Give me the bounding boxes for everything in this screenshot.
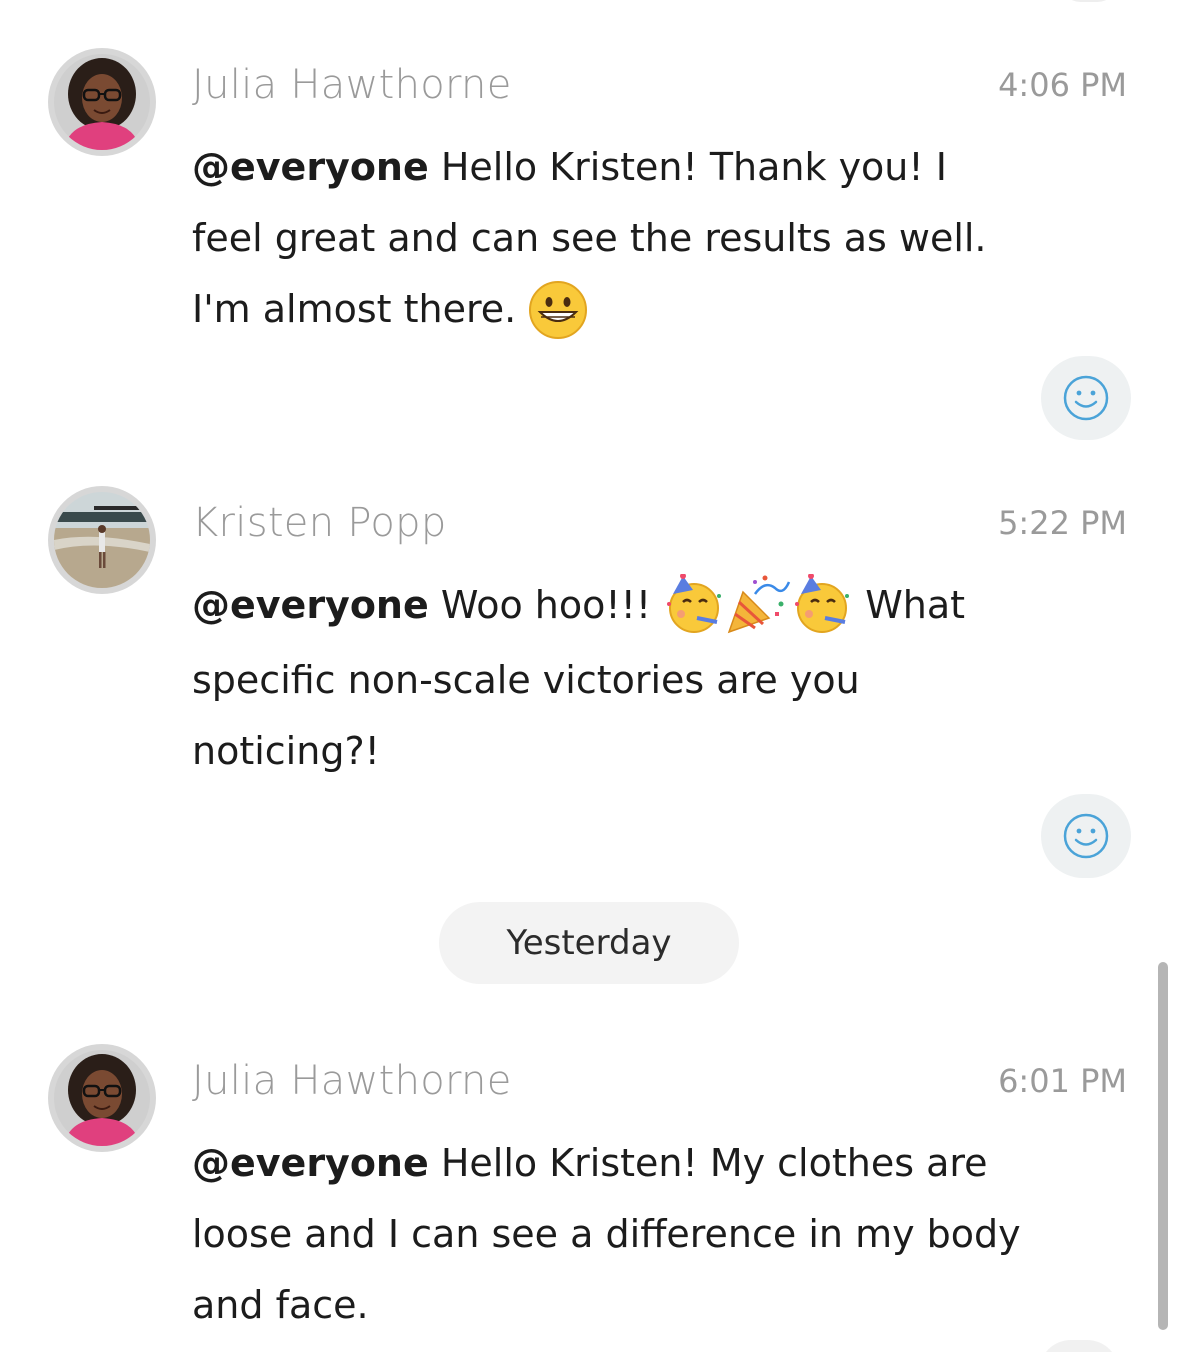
message-body: @everyone Hello Kristen! My clothes are … xyxy=(192,1128,1142,1341)
top-edge-shape xyxy=(1059,0,1119,2)
message-text: Woo hoo!!! xyxy=(428,583,664,627)
woman-avatar-photo xyxy=(54,1050,150,1146)
message-item: Kristen Popp 5:22 PM @everyone Woo hoo!!… xyxy=(0,486,1179,886)
add-reaction-smiley-icon xyxy=(1063,813,1109,859)
message-line: @everyone Woo hoo!!! What xyxy=(192,570,1142,645)
sender-name: Kristen Popp xyxy=(192,500,447,546)
message-text: I'm almost there. xyxy=(192,287,529,331)
scrollbar[interactable] xyxy=(1158,962,1168,1330)
message-item: Julia Hawthorne 6:01 PM @everyone Hello … xyxy=(0,1044,1179,1344)
avatar[interactable] xyxy=(48,1044,156,1152)
message-line: loose and I can see a difference in my b… xyxy=(192,1212,1021,1256)
mention-everyone[interactable]: @everyone xyxy=(192,583,429,627)
partying-face-icon xyxy=(791,573,853,633)
message-body: @everyone Hello Kristen! Thank you! I fe… xyxy=(192,132,1142,349)
avatar[interactable] xyxy=(48,486,156,594)
message-item: Julia Hawthorne 4:06 PM @everyone Hello … xyxy=(0,48,1179,448)
message-time: 6:01 PM xyxy=(998,1062,1127,1100)
message-line: and face. xyxy=(192,1283,369,1327)
mention-everyone[interactable]: @everyone xyxy=(192,1141,429,1185)
party-popper-icon xyxy=(725,575,791,634)
message-body: @everyone Woo hoo!!! What specific non-s… xyxy=(192,570,1142,787)
message-time: 5:22 PM xyxy=(998,504,1127,542)
add-reaction-smiley-icon xyxy=(1063,375,1109,421)
mention-everyone[interactable]: @everyone xyxy=(192,145,429,189)
grinning-face-icon xyxy=(528,281,588,339)
avatar[interactable] xyxy=(48,48,156,156)
message-line: @everyone Hello Kristen! Thank you! I xyxy=(192,132,1142,203)
message-text: Hello Kristen! Thank you! I xyxy=(428,145,947,189)
chat-thread: Julia Hawthorne 4:06 PM @everyone Hello … xyxy=(0,0,1179,1352)
message-text: Hello Kristen! My clothes are xyxy=(428,1141,988,1185)
partying-face-icon xyxy=(663,573,725,633)
message-text: What xyxy=(853,583,966,627)
date-separator: Yesterday xyxy=(439,902,739,984)
sender-name: Julia Hawthorne xyxy=(192,62,512,108)
message-line: noticing?! xyxy=(192,729,380,773)
message-line: feel great and can see the results as we… xyxy=(192,216,987,260)
beach-avatar-photo xyxy=(54,492,150,588)
add-reaction-button[interactable] xyxy=(1041,794,1131,878)
message-time: 4:06 PM xyxy=(998,66,1127,104)
message-line: @everyone Hello Kristen! My clothes are xyxy=(192,1128,1142,1199)
woman-avatar-photo xyxy=(54,54,150,150)
sender-name: Julia Hawthorne xyxy=(192,1058,512,1104)
message-line: I'm almost there. xyxy=(192,274,1142,349)
message-line: specific non-scale victories are you xyxy=(192,658,860,702)
add-reaction-button[interactable] xyxy=(1041,356,1131,440)
